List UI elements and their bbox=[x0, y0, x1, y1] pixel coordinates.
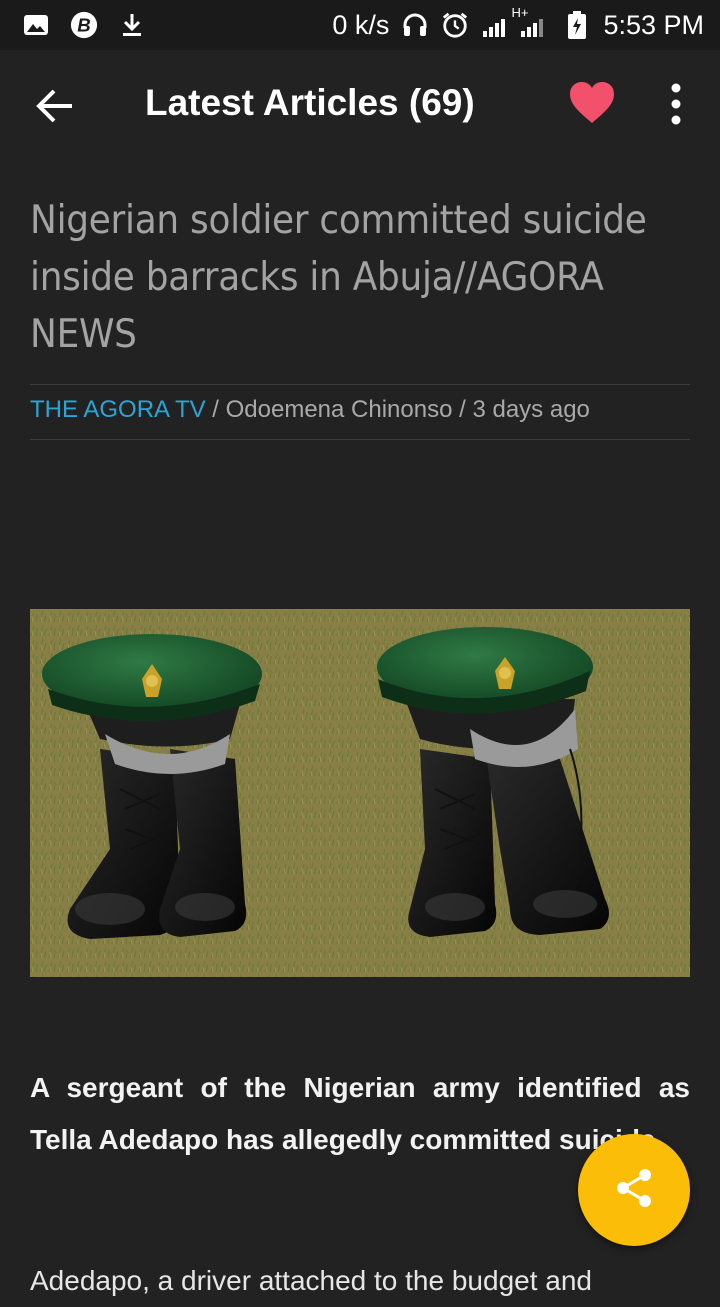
headline-line: inside barracks in Abuja//AGORA bbox=[30, 255, 604, 300]
author-name: Odoemena Chinonso bbox=[225, 396, 453, 423]
article-lead: A sergeant of the Nigerian army identifi… bbox=[30, 1072, 690, 1155]
bitcoin-app-icon: B bbox=[70, 11, 98, 39]
battery-icon bbox=[563, 11, 591, 39]
meta-divider-bottom bbox=[30, 439, 690, 440]
published-time: 3 days ago bbox=[472, 396, 590, 423]
article-meta: THE AGORA TV / Odoemena Chinonso / 3 day… bbox=[30, 396, 590, 424]
clock: 5:53 PM bbox=[603, 9, 704, 40]
alarm-icon bbox=[441, 11, 469, 39]
meta-separator: / bbox=[205, 396, 226, 423]
headset-icon bbox=[401, 11, 429, 39]
article-headline: Nigerian soldier committed suicide insid… bbox=[30, 192, 692, 363]
app-bar: Latest Articles (69) bbox=[0, 50, 720, 162]
download-icon bbox=[118, 11, 146, 39]
share-button[interactable] bbox=[578, 1134, 690, 1246]
meta-separator: / bbox=[452, 396, 473, 423]
status-bar: B 0 k/s H+ 5:53 PM bbox=[0, 0, 720, 50]
page-title: Latest Articles (69) bbox=[145, 82, 475, 123]
svg-text:B: B bbox=[77, 15, 90, 36]
source-link[interactable]: THE AGORA TV bbox=[30, 396, 206, 423]
more-options-icon[interactable] bbox=[662, 82, 690, 126]
status-left-icons: B bbox=[22, 0, 146, 50]
article-body-paragraph: Adedapo, a driver attached to the budget… bbox=[30, 1265, 592, 1296]
net-speed: 0 k/s bbox=[332, 9, 390, 40]
signal-icon: H+ bbox=[481, 5, 551, 39]
back-arrow-icon[interactable] bbox=[34, 86, 78, 126]
gallery-icon bbox=[22, 11, 50, 39]
favorite-heart-icon[interactable] bbox=[568, 80, 616, 126]
headline-line: NEWS bbox=[30, 312, 137, 357]
meta-divider-top bbox=[30, 384, 690, 385]
share-icon bbox=[612, 1166, 656, 1215]
status-right-icons: 0 k/s H+ 5:53 PM bbox=[332, 0, 704, 50]
article-image bbox=[30, 609, 690, 977]
network-type-label: H+ bbox=[511, 5, 529, 20]
headline-line: Nigerian soldier committed suicide bbox=[30, 198, 647, 243]
